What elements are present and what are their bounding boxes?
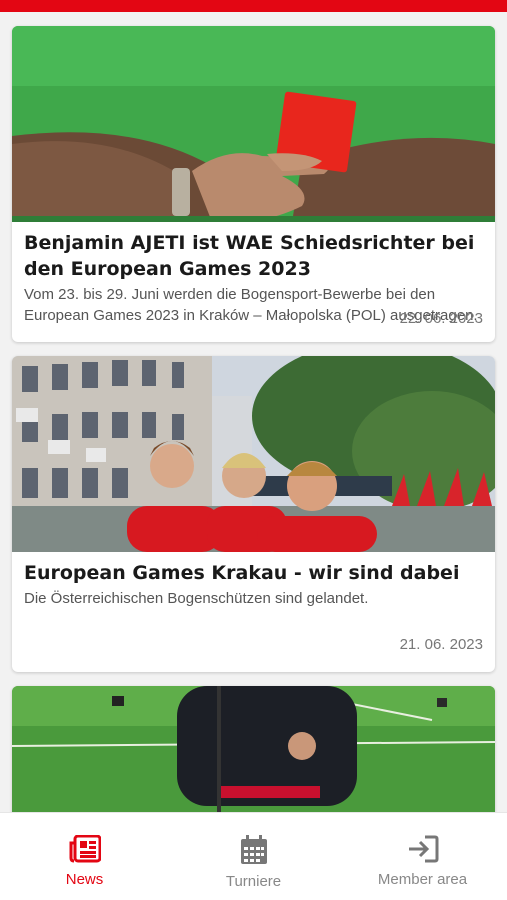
news-date: 22. 06. 2023 (399, 310, 483, 327)
nav-label: Member area (377, 871, 468, 888)
news-image-team-photo (12, 356, 495, 552)
news-card[interactable] (12, 686, 495, 812)
news-card[interactable]: European Games Krakau - wir sind dabei D… (12, 356, 495, 672)
nav-label: News (65, 871, 104, 888)
sign-in-icon (407, 835, 439, 863)
nav-item-member-area[interactable]: Member area (338, 813, 507, 900)
nav-item-turniere[interactable]: Turniere (169, 813, 338, 900)
news-card[interactable]: Benjamin AJETI ist WAE Schiedsrichter be… (12, 26, 495, 342)
news-title[interactable]: European Games Krakau - wir sind dabei (24, 560, 483, 586)
status-bar-accent (0, 0, 507, 12)
news-image-archer-field (12, 686, 495, 812)
nav-label: Turniere (225, 873, 282, 890)
news-date: 21. 06. 2023 (399, 636, 483, 653)
news-title[interactable]: Benjamin AJETI ist WAE Schiedsrichter be… (24, 230, 483, 282)
news-image-referee-red-card (12, 26, 495, 222)
newspaper-icon (69, 835, 101, 863)
bottom-navigation: News Turniere Member area (0, 812, 507, 900)
nav-item-news[interactable]: News (0, 813, 169, 900)
calendar-icon (240, 835, 268, 865)
news-feed[interactable]: Benjamin AJETI ist WAE Schiedsrichter be… (0, 12, 507, 812)
